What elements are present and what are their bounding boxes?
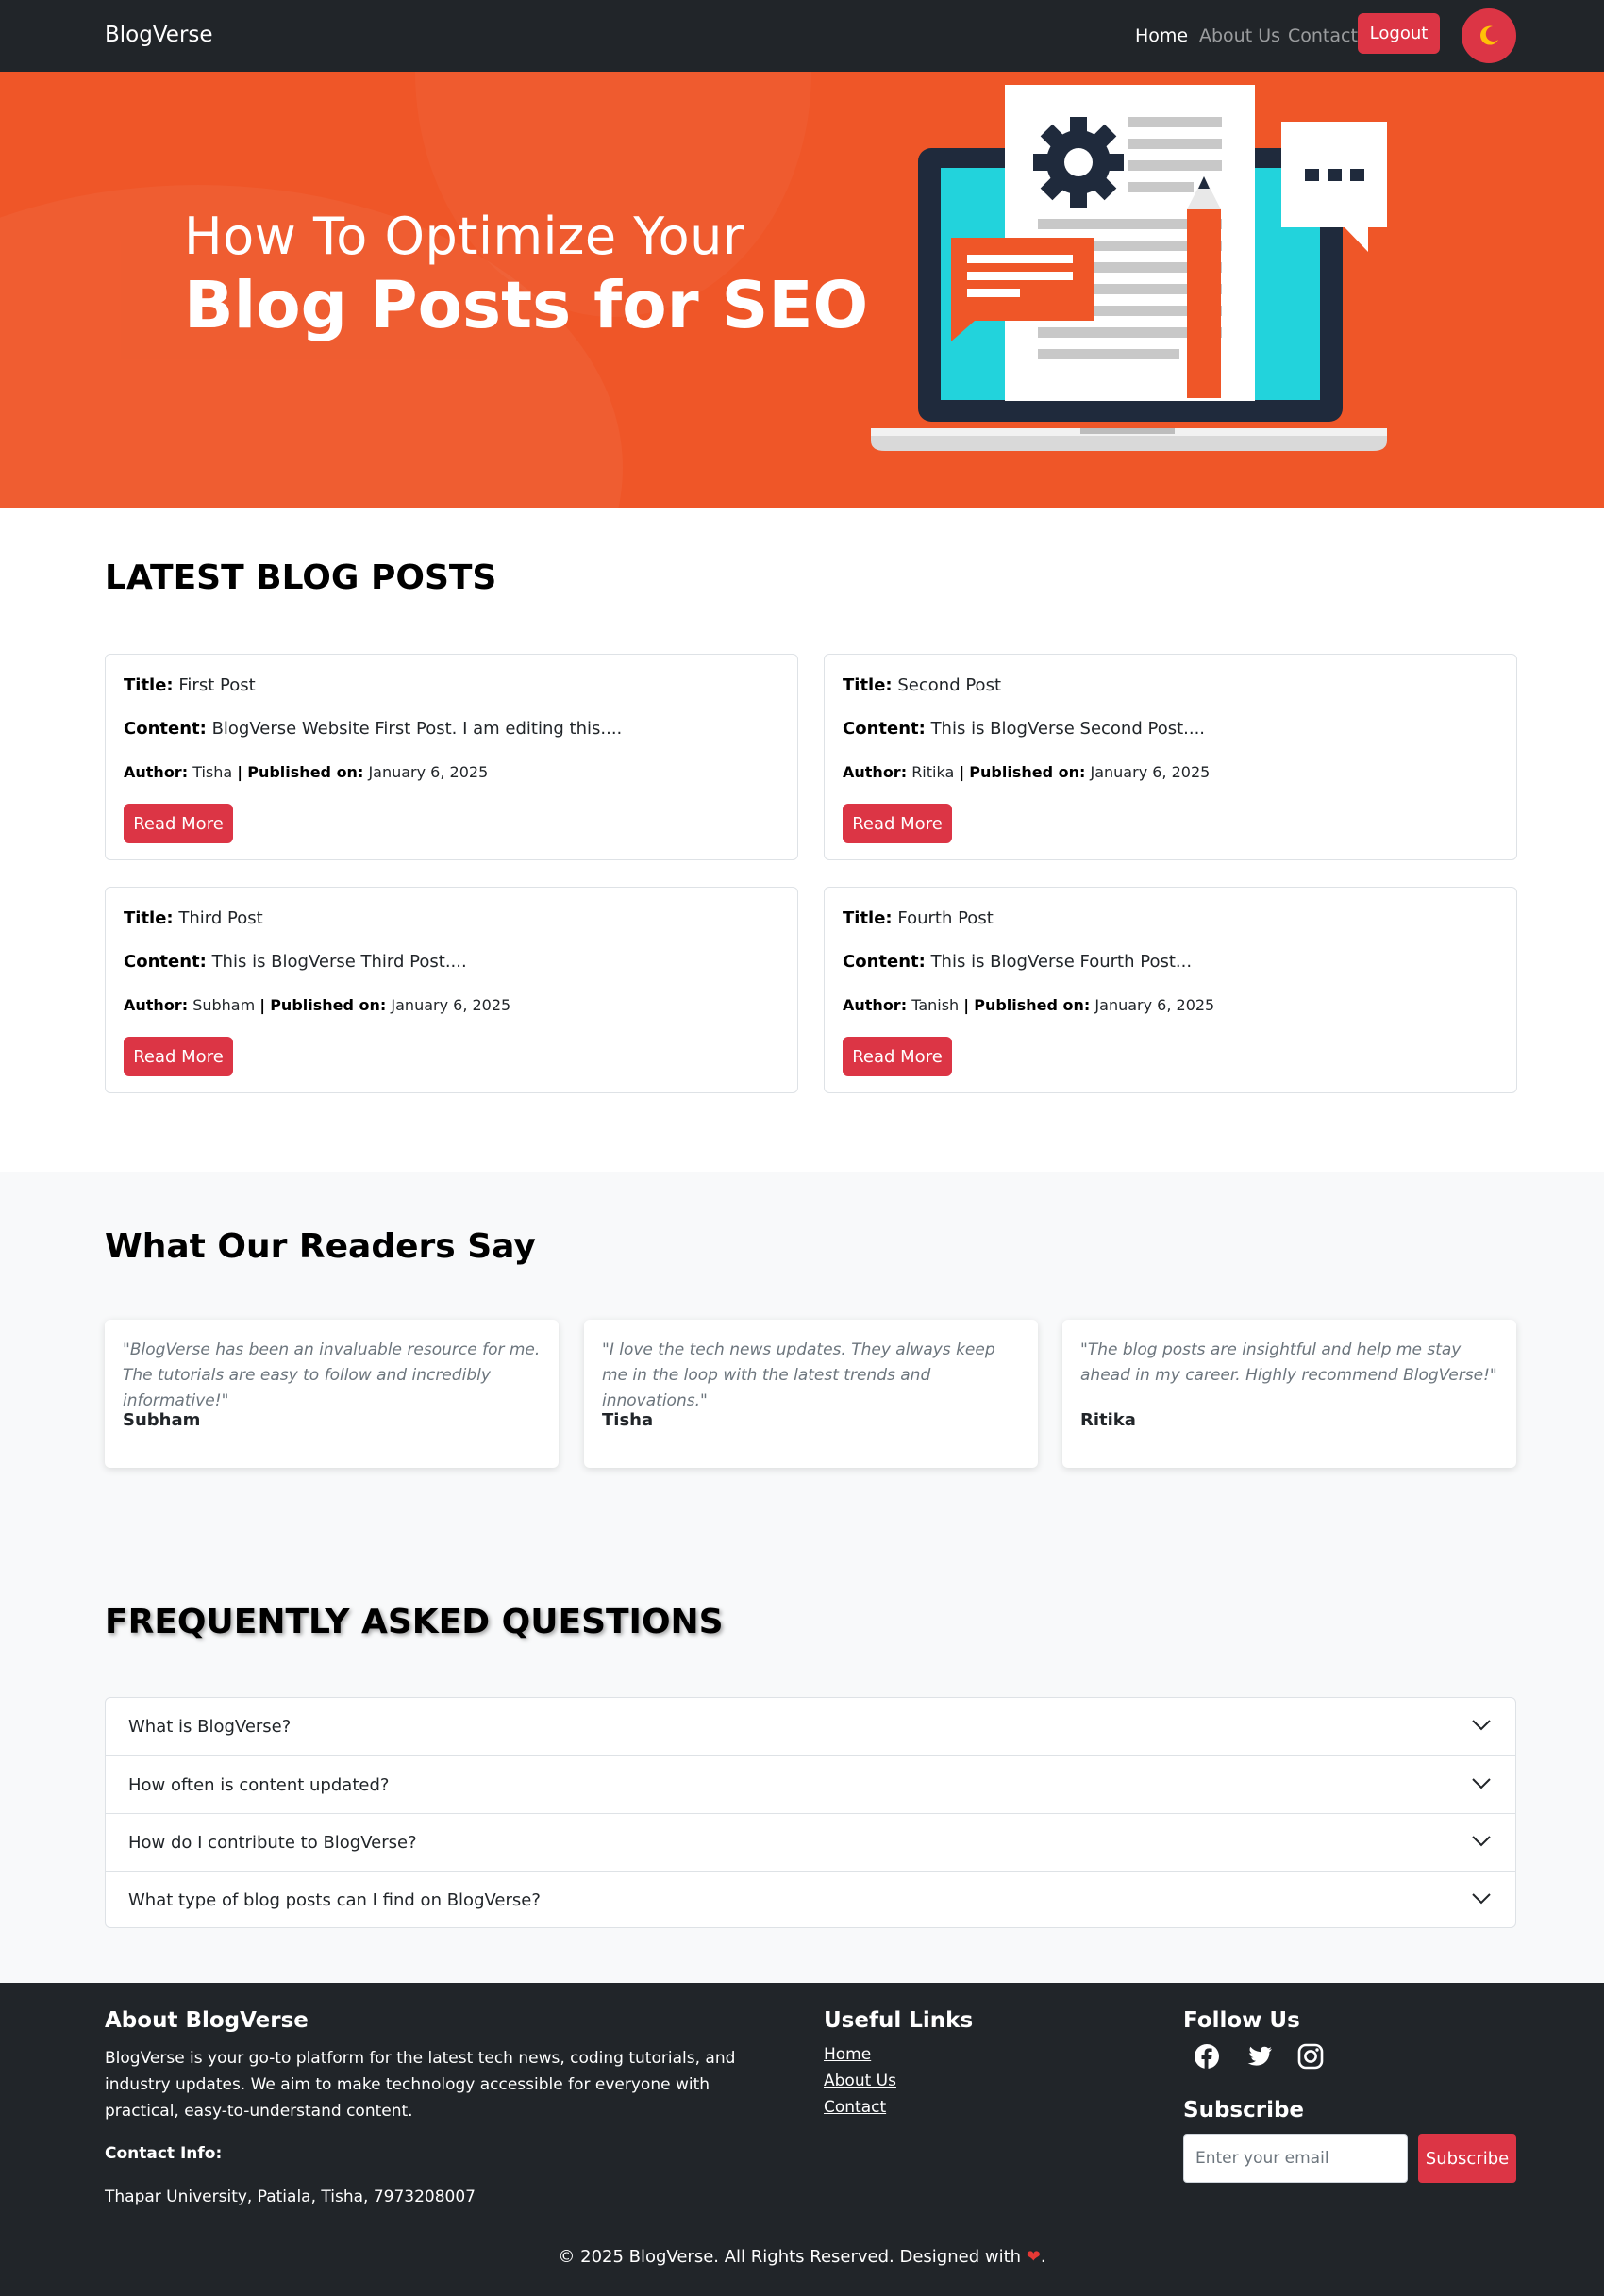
post-title: Title: Fourth Post [843, 908, 994, 928]
faq-item[interactable]: How often is content updated? [106, 1755, 1515, 1813]
nav-link-home[interactable]: Home [1135, 25, 1188, 46]
testimonials-section: What Our Readers Say "BlogVerse has been… [0, 1172, 1604, 1535]
testimonial-quote: "BlogVerse has been an invaluable resour… [123, 1340, 541, 1410]
read-more-button[interactable]: Read More [124, 804, 233, 843]
testimonials-heading: What Our Readers Say [105, 1227, 536, 1266]
logout-button[interactable]: Logout [1358, 13, 1440, 54]
faq-section: FREQUENTLY ASKED QUESTIONS What is BlogV… [0, 1535, 1604, 1983]
post-meta: Author: Tanish | Published on: January 6… [843, 996, 1215, 1014]
footer-link-contact[interactable]: Contact [824, 2098, 886, 2117]
footer-links-heading: Useful Links [824, 2008, 974, 2033]
navbar: BlogVerse Home About Us Contact Logout [0, 0, 1604, 72]
chevron-down-icon [1472, 1836, 1491, 1847]
facebook-icon[interactable] [1193, 2042, 1221, 2071]
footer-contact-label: Contact Info: [105, 2144, 223, 2163]
testimonial-author: Tisha [602, 1410, 654, 1430]
hero-title-line2: Blog Posts for SEO [184, 268, 869, 343]
testimonial-card: "BlogVerse has been an invaluable resour… [105, 1320, 559, 1468]
nav-link-about-us[interactable]: About Us [1199, 25, 1280, 46]
faq-question: What is BlogVerse? [128, 1717, 292, 1737]
testimonial-card: "The blog posts are insightful and help … [1062, 1320, 1516, 1468]
footer-link-home[interactable]: Home [824, 2045, 871, 2064]
testimonial-author: Subham [123, 1410, 201, 1430]
latest-posts-heading: LATEST BLOG POSTS [105, 558, 497, 597]
post-content: Content: This is BlogVerse Second Post..… [843, 719, 1206, 739]
testimonial-quote: "I love the tech news updates. They alwa… [602, 1340, 995, 1410]
twitter-icon[interactable] [1245, 2042, 1274, 2071]
testimonial-quote: "The blog posts are insightful and help … [1080, 1340, 1497, 1385]
footer-follow-heading: Follow Us [1183, 2008, 1300, 2033]
footer-link-about-us[interactable]: About Us [824, 2071, 896, 2090]
brand-logo[interactable]: BlogVerse [105, 23, 213, 47]
subscribe-email-input[interactable] [1183, 2134, 1408, 2183]
post-card: Title: Second Post Content: This is Blog… [824, 654, 1517, 860]
faq-question: What type of blog posts can I find on Bl… [128, 1890, 541, 1910]
nav-link-contact[interactable]: Contact [1288, 25, 1358, 46]
post-card: Title: Third Post Content: This is BlogV… [105, 887, 798, 1093]
post-meta: Author: Subham | Published on: January 6… [124, 996, 511, 1014]
faq-heading: FREQUENTLY ASKED QUESTIONS [105, 1603, 724, 1641]
read-more-button[interactable]: Read More [124, 1037, 233, 1076]
post-title: Title: First Post [124, 675, 256, 695]
testimonial-card: "I love the tech news updates. They alwa… [584, 1320, 1038, 1468]
faq-question: How do I contribute to BlogVerse? [128, 1833, 417, 1853]
chevron-down-icon [1472, 1720, 1491, 1731]
faq-item[interactable]: How do I contribute to BlogVerse? [106, 1813, 1515, 1871]
post-title: Title: Third Post [124, 908, 263, 928]
faq-item[interactable]: What type of blog posts can I find on Bl… [106, 1871, 1515, 1927]
footer-about-text: BlogVerse is your go-to platform for the… [105, 2049, 736, 2121]
read-more-button[interactable]: Read More [843, 804, 952, 843]
faq-question: How often is content updated? [128, 1775, 390, 1795]
footer-about-heading: About BlogVerse [105, 2008, 309, 2033]
heart-icon: ❤ [1026, 2247, 1041, 2267]
chevron-down-icon [1472, 1893, 1491, 1905]
post-meta: Author: Tisha | Published on: January 6,… [124, 763, 489, 781]
post-card: Title: Fourth Post Content: This is Blog… [824, 887, 1517, 1093]
post-content: Content: This is BlogVerse Fourth Post..… [843, 952, 1193, 972]
post-meta: Author: Ritika | Published on: January 6… [843, 763, 1211, 781]
moon-icon [1480, 25, 1498, 45]
post-card: Title: First Post Content: BlogVerse Web… [105, 654, 798, 860]
footer-contact-info: Thapar University, Patiala, Tisha, 79732… [105, 2188, 476, 2206]
footer: About BlogVerse BlogVerse is your go-to … [0, 1983, 1604, 2296]
read-more-button[interactable]: Read More [843, 1037, 952, 1076]
chevron-down-icon [1472, 1778, 1491, 1789]
hero-banner: How To Optimize Your Blog Posts for SEO [0, 72, 1604, 508]
footer-copyright: © 2025 BlogVerse. All Rights Reserved. D… [558, 2247, 1046, 2267]
faq-item[interactable]: What is BlogVerse? [106, 1698, 1515, 1755]
subscribe-button[interactable]: Subscribe [1418, 2134, 1516, 2183]
laptop-illustration [871, 85, 1387, 451]
instagram-icon[interactable] [1296, 2042, 1325, 2071]
post-content: Content: This is BlogVerse Third Post...… [124, 952, 467, 972]
footer-subscribe-heading: Subscribe [1183, 2098, 1305, 2122]
faq-accordion: What is BlogVerse? How often is content … [105, 1697, 1516, 1928]
hero-title-line1: How To Optimize Your [184, 207, 744, 266]
post-content: Content: BlogVerse Website First Post. I… [124, 719, 623, 739]
post-title: Title: Second Post [843, 675, 1002, 695]
testimonial-author: Ritika [1080, 1410, 1136, 1430]
theme-toggle-button[interactable] [1462, 8, 1516, 63]
